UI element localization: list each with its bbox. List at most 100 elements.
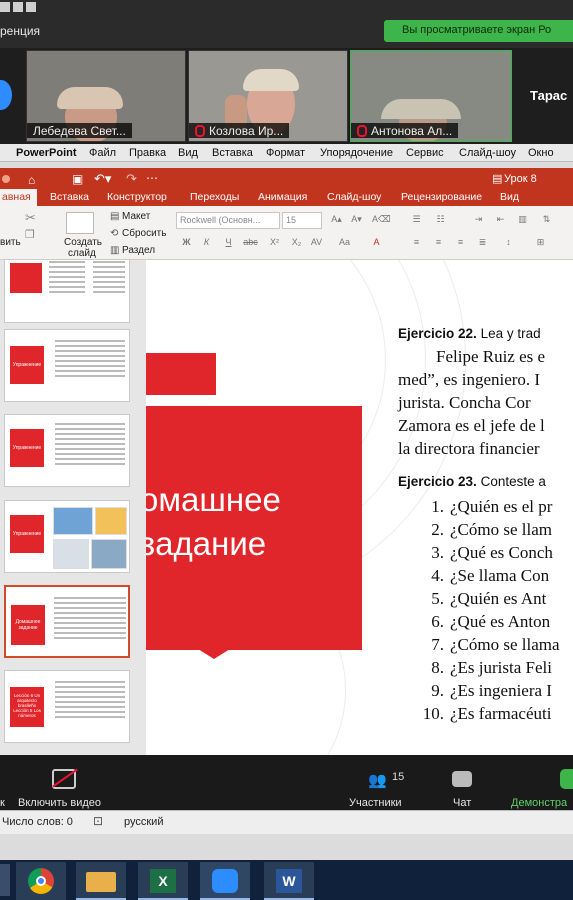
language[interactable]: русский	[124, 816, 163, 828]
menu-edit[interactable]: Правка	[129, 147, 166, 159]
tab-insert[interactable]: Вставка	[50, 191, 89, 203]
align-left-icon[interactable]: ≡	[408, 237, 425, 251]
font-name-select[interactable]: Rockwell (Основн...	[176, 212, 280, 229]
paste-label[interactable]: вить	[0, 237, 21, 248]
menu-view[interactable]: Вид	[178, 147, 198, 159]
taskbar-edge-item[interactable]	[0, 864, 10, 896]
ex22-line-1: Felipe Ruiz es e	[436, 347, 546, 366]
outdent-icon[interactable]: ⇤	[492, 214, 509, 228]
font-shrink-icon[interactable]: A▾	[348, 214, 365, 228]
tab-slideshow[interactable]: Слайд-шоу	[327, 191, 381, 203]
excel-taskbar-icon[interactable]: X	[138, 862, 188, 900]
save-icon[interactable]: ▣	[72, 172, 83, 186]
cut-icon[interactable]: ✂	[25, 210, 36, 226]
slide-thumbnail-2[interactable]: Упражнение	[4, 329, 130, 402]
question-number: 5.	[431, 589, 444, 608]
share-screen-icon[interactable]	[560, 769, 573, 789]
window-controls[interactable]	[0, 2, 50, 16]
tab-animation[interactable]: Анимация	[258, 191, 307, 203]
new-slide-label-1[interactable]: Создать	[64, 237, 102, 248]
thumb-title-6: Lección 6 Un arquitecto brasileño Lecció…	[10, 687, 44, 727]
strikethrough-icon[interactable]: abc	[242, 237, 259, 251]
align-right-icon[interactable]: ≡	[452, 237, 469, 251]
columns-icon[interactable]: ▥	[514, 214, 531, 228]
slide-thumbnail-1[interactable]	[4, 260, 130, 323]
menu-window[interactable]: Окно	[528, 147, 554, 159]
left-partial-label[interactable]: к	[0, 797, 5, 809]
chat-button[interactable]: Чат	[453, 797, 471, 809]
clear-format-icon[interactable]: A⌫	[372, 214, 391, 228]
participant-tile-2[interactable]: Козлова Ир...	[188, 50, 348, 142]
undo-icon[interactable]: ↶▾	[94, 171, 111, 187]
slide-thumbnail-6[interactable]: Lección 6 Un arquitecto brasileño Lecció…	[4, 670, 130, 743]
font-size-select[interactable]: 15	[282, 212, 322, 229]
text-effects-icon[interactable]: AV	[308, 237, 325, 251]
bold-icon[interactable]: Ж	[178, 237, 195, 251]
word-count[interactable]: Число слов: 0	[2, 816, 73, 828]
new-slide-icon[interactable]	[66, 212, 94, 234]
question-number: 6.	[431, 612, 444, 631]
video-gallery: Лебедева Свет... Козлова Ир... Антонова …	[0, 48, 573, 144]
menu-slideshow[interactable]: Слайд-шоу	[459, 147, 516, 159]
new-slide-label-2[interactable]: слайд	[68, 248, 96, 259]
indent-icon[interactable]: ⇥	[470, 214, 487, 228]
underline-icon[interactable]: Ч	[220, 237, 237, 251]
superscript-icon[interactable]: X²	[266, 237, 283, 251]
question-number: 2.	[431, 520, 444, 539]
slide-thumbnail-5[interactable]: Домашнее задание	[4, 585, 130, 658]
tab-design[interactable]: Конструктор	[107, 191, 167, 203]
share-screen-button[interactable]: Демонстра	[511, 797, 567, 809]
tab-review[interactable]: Рецензирование	[401, 191, 482, 203]
reset-icon: ⟲	[110, 228, 119, 239]
menu-format[interactable]: Формат	[266, 147, 305, 159]
tab-home[interactable]: авная	[0, 189, 37, 206]
layout-button[interactable]: Макет	[122, 211, 150, 222]
exercise-text-box[interactable]: Ejercicio 22. Lea y trad Felipe Ruiz es …	[398, 326, 573, 725]
explorer-taskbar-icon[interactable]	[76, 862, 126, 900]
font-color-icon[interactable]: A	[368, 237, 385, 251]
menu-file[interactable]: Файл	[89, 147, 116, 159]
change-case-icon[interactable]: Aa	[336, 237, 353, 251]
participants-icon[interactable]: 👥	[368, 771, 390, 789]
subscript-icon[interactable]: X₂	[288, 237, 305, 251]
reset-button[interactable]: Сбросить	[122, 228, 166, 239]
section-button[interactable]: Раздел	[122, 245, 155, 256]
menu-app-powerpoint[interactable]: PowerPoint	[16, 147, 77, 159]
italic-icon[interactable]: К	[198, 237, 215, 251]
menu-insert[interactable]: Вставка	[212, 147, 253, 159]
screen-share-banner[interactable]: Вы просматриваете экран Ро	[384, 20, 573, 42]
tab-transitions[interactable]: Переходы	[190, 191, 239, 203]
participant-tile-1[interactable]: Лебедева Свет...	[26, 50, 186, 142]
tab-view[interactable]: Вид	[500, 191, 519, 203]
participants-button[interactable]: Участники	[349, 797, 402, 809]
window-close-icon[interactable]	[2, 175, 10, 183]
home-icon[interactable]: ⌂	[28, 173, 35, 187]
word-taskbar-icon[interactable]: W	[264, 862, 314, 900]
font-grow-icon[interactable]: A▴	[328, 214, 345, 228]
start-video-button[interactable]: Включить видео	[18, 797, 101, 809]
chat-icon[interactable]	[452, 771, 472, 787]
slide-thumbnail-4[interactable]: Упражнение	[4, 500, 130, 573]
more-icon[interactable]: ⋯	[146, 171, 158, 185]
window-title: ренция	[0, 24, 41, 38]
text-align-icon[interactable]: ⊞	[532, 237, 549, 251]
chrome-taskbar-icon[interactable]	[16, 862, 66, 900]
numbering-icon[interactable]: ☷	[432, 214, 449, 228]
participant-tile-3[interactable]: Антонова Ал...	[350, 50, 512, 142]
line-spacing-icon[interactable]: ↕	[500, 237, 517, 251]
text-direction-icon[interactable]: ⇅	[538, 214, 555, 228]
zoom-taskbar-icon[interactable]	[200, 862, 250, 900]
proofing-icon[interactable]: ⊡	[93, 814, 103, 828]
participant-name-2: Козлова Ир...	[189, 123, 290, 138]
slides-thumbnail-panel[interactable]: Упражнение Упражнение Упражнение Домашне…	[0, 260, 146, 755]
bullets-icon[interactable]: ☰	[408, 214, 425, 228]
copy-icon[interactable]: ❐	[25, 228, 35, 241]
justify-icon[interactable]: ≣	[474, 237, 491, 251]
current-slide[interactable]: омашнее задание Ejercicio 22. Lea y trad…	[146, 260, 573, 755]
question-text: ¿Cómo se llam	[450, 520, 552, 539]
align-center-icon[interactable]: ≡	[430, 237, 447, 251]
redo-icon[interactable]: ↷	[126, 171, 137, 187]
menu-arrange[interactable]: Упорядочение	[320, 147, 393, 159]
menu-tools[interactable]: Сервис	[406, 147, 444, 159]
slide-thumbnail-3[interactable]: Упражнение	[4, 414, 130, 487]
